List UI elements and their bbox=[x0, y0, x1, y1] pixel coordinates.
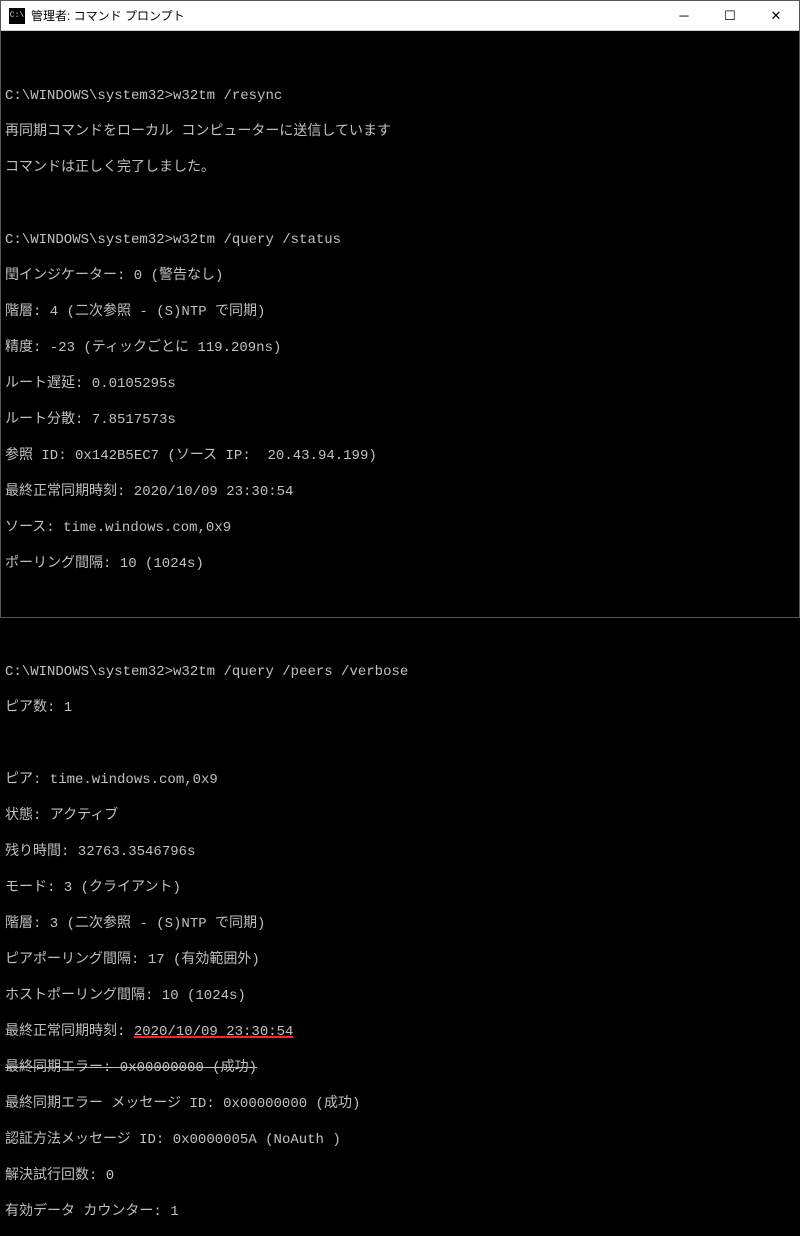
minimize-button[interactable]: ─ bbox=[661, 1, 707, 30]
command-text: w32tm /query /status bbox=[173, 232, 341, 248]
output-line: ピア: time.windows.com,0x9 bbox=[5, 771, 795, 789]
output-line: ホストポーリング間隔: 10 (1024s) bbox=[5, 987, 795, 1005]
output-line: 有効データ カウンター: 1 bbox=[5, 1203, 795, 1221]
last-sync-value: 2020/10/09 23:30:54 bbox=[134, 1024, 294, 1040]
output-line: 再同期コマンドをローカル コンピューターに送信しています bbox=[5, 123, 795, 141]
output-line: コマンドは正しく完了しました。 bbox=[5, 159, 795, 177]
window-titlebar: C:\ 管理者: コマンド プロンプト ─ ☐ ✕ bbox=[1, 1, 799, 31]
output-line: 最終同期エラー: 0x00000000 (成功) bbox=[5, 1059, 795, 1077]
output-line: 階層: 3 (二次参照 - (S)NTP で同期) bbox=[5, 915, 795, 933]
output-line: 精度: -23 (ティックごとに 119.209ns) bbox=[5, 339, 795, 357]
command-text: w32tm /query /peers /verbose bbox=[173, 664, 408, 680]
output-line: ソース: time.windows.com,0x9 bbox=[5, 519, 795, 537]
blank-line bbox=[5, 591, 795, 609]
app-icon: C:\ bbox=[9, 8, 25, 24]
output-line: ピア数: 1 bbox=[5, 699, 795, 717]
output-line: モード: 3 (クライアント) bbox=[5, 879, 795, 897]
blank-line bbox=[5, 735, 795, 753]
output-line-highlighted: 最終正常同期時刻: 2020/10/09 23:30:54 bbox=[5, 1023, 795, 1041]
output-line: 状態: アクティブ bbox=[5, 807, 795, 825]
command-text: w32tm /resync bbox=[173, 88, 282, 104]
output-line: 残り時間: 32763.3546796s bbox=[5, 843, 795, 861]
output-line: 最終正常同期時刻: 2020/10/09 23:30:54 bbox=[5, 483, 795, 501]
window-controls: ─ ☐ ✕ bbox=[661, 1, 799, 30]
prompt: C:\WINDOWS\system32> bbox=[5, 232, 173, 248]
output-line: ピアポーリング間隔: 17 (有効範囲外) bbox=[5, 951, 795, 969]
output-line: 最終同期エラー メッセージ ID: 0x00000000 (成功) bbox=[5, 1095, 795, 1113]
cmd-line: C:\WINDOWS\system32>w32tm /resync bbox=[5, 87, 795, 105]
prompt: C:\WINDOWS\system32> bbox=[5, 664, 173, 680]
output-line: 解決試行回数: 0 bbox=[5, 1167, 795, 1185]
output-line: 閏インジケーター: 0 (警告なし) bbox=[5, 267, 795, 285]
output-line: ルート遅延: 0.0105295s bbox=[5, 375, 795, 393]
output-line: ポーリング間隔: 10 (1024s) bbox=[5, 555, 795, 573]
terminal-output[interactable]: C:\WINDOWS\system32>w32tm /resync 再同期コマン… bbox=[1, 31, 799, 1236]
output-line: 参照 ID: 0x142B5EC7 (ソース IP: 20.43.94.199) bbox=[5, 447, 795, 465]
blank-line bbox=[5, 195, 795, 213]
close-button[interactable]: ✕ bbox=[753, 1, 799, 30]
prompt: C:\WINDOWS\system32> bbox=[5, 88, 173, 104]
output-line: ルート分散: 7.8517573s bbox=[5, 411, 795, 429]
cmd-line: C:\WINDOWS\system32>w32tm /query /peers … bbox=[5, 663, 795, 681]
blank-line bbox=[5, 627, 795, 645]
window-title: 管理者: コマンド プロンプト bbox=[31, 7, 661, 24]
output-line: 認証方法メッセージ ID: 0x0000005A (NoAuth ) bbox=[5, 1131, 795, 1149]
output-line: 階層: 4 (二次参照 - (S)NTP で同期) bbox=[5, 303, 795, 321]
struck-line: 最終同期エラー: 0x00000000 (成功) bbox=[5, 1060, 257, 1076]
maximize-button[interactable]: ☐ bbox=[707, 1, 753, 30]
last-sync-label: 最終正常同期時刻: bbox=[5, 1024, 134, 1040]
cmd-line: C:\WINDOWS\system32>w32tm /query /status bbox=[5, 231, 795, 249]
blank-line bbox=[5, 51, 795, 69]
